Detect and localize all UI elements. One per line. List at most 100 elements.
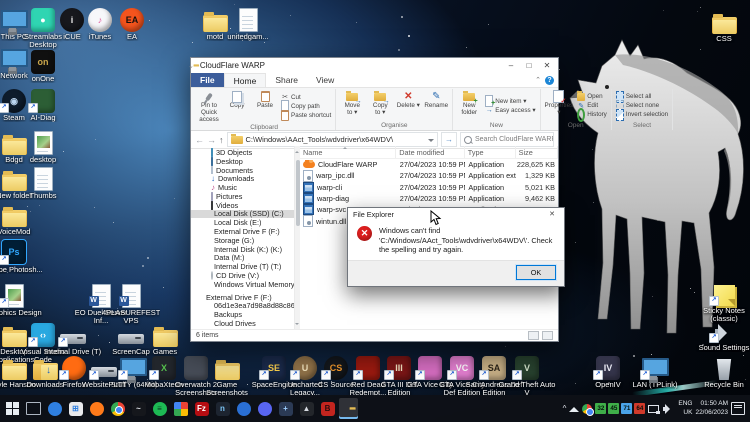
back-button[interactable]: ← (195, 135, 204, 145)
nav-item-local-disk-e[interactable]: Local Disk (E:) (191, 218, 294, 227)
ribbon-button-delete[interactable]: ✕Delete ▾ (394, 89, 422, 122)
search-input[interactable]: Search CloudFlare WARP (460, 132, 554, 147)
volume-icon[interactable] (663, 404, 675, 414)
nav-item-documents[interactable]: Documents (191, 166, 294, 175)
desktop-icon-adobe-photoshop[interactable]: Ps↗Adobe Photosh... (0, 238, 43, 274)
desktop-icon-lan-tplink[interactable]: ↗LAN (TPLink) (626, 353, 684, 389)
address-dropdown-icon[interactable] (428, 139, 434, 145)
globe-app-taskbar-button[interactable] (234, 398, 253, 419)
ribbon-button-open[interactable]: Open (577, 93, 607, 101)
temp-badge-71[interactable]: 71 (621, 403, 632, 414)
chrome-taskbar-button[interactable] (108, 398, 127, 419)
nav-item-local-disk-ssd-c[interactable]: Local Disk (SSD) (C:) (191, 210, 294, 219)
ribbon-button-paste[interactable]: Paste (251, 89, 279, 124)
ribbon-button-copy-to[interactable]: →Copyto ▾ (366, 89, 394, 122)
nav-item-external-drive-f-f[interactable]: External Drive F (F:) (191, 293, 294, 302)
desktop-icon-unitedgam-file[interactable]: unitedgam... (219, 5, 277, 41)
temp-badge-32[interactable]: 32 (595, 403, 606, 414)
nav-item-storage-g[interactable]: Storage (G:) (191, 236, 294, 245)
desktop-icon-recycle-bin[interactable]: Recycle Bin (695, 353, 750, 389)
paint3d-taskbar-button[interactable] (45, 398, 64, 419)
file-explorer-taskbar-button[interactable] (339, 398, 358, 419)
firefox-taskbar-button[interactable] (87, 398, 106, 419)
close-button[interactable]: ✕ (538, 59, 556, 73)
nav-item-pictures[interactable]: Pictures (191, 192, 294, 201)
up-button[interactable]: ↑ (219, 135, 224, 145)
temp-badge-64[interactable]: 64 (634, 403, 645, 414)
network-icon[interactable] (648, 404, 660, 414)
action-center-icon[interactable] (731, 402, 745, 415)
nav-item-internal-disk-k-k[interactable]: Internal Disk (K:) (K:) (191, 245, 294, 254)
desktop-icon-ea-app[interactable]: EAEA (103, 5, 161, 41)
tab-view[interactable]: View (307, 73, 343, 87)
ribbon-button-rename[interactable]: ✎Rename (422, 89, 450, 122)
desktop-icon-voicemod-folder[interactable]: VoiceMod (0, 200, 43, 236)
discord-taskbar-button[interactable] (255, 398, 274, 419)
desktop-icon-onone[interactable]: ononOne (14, 47, 72, 83)
file-row-cloudflare-warp[interactable]: CloudFlare WARP27/04/2023 10:59 PMApplic… (300, 159, 558, 170)
address-input[interactable]: C:\Windows\AAct_Tools\wdvdriver\x64WDV\ (227, 132, 439, 147)
desktop-icon-css-folder[interactable]: CSS (695, 7, 750, 43)
ribbon-button-easy-access[interactable]: →Easy access ▾ (485, 106, 535, 114)
column-header-name[interactable]: Name (300, 146, 396, 158)
desktop-icon-thumbs-file[interactable]: Thumbs (14, 164, 72, 200)
desktop-icon-ai-diag[interactable]: ↗AI-Diag (14, 86, 72, 122)
microsoft-store-taskbar-button[interactable]: ⊞ (66, 398, 85, 419)
nav-item-internal-drive-t-t[interactable]: Internal Drive (T) (T:) (191, 262, 294, 271)
nav-item-cloud-drives[interactable]: Cloud Drives (191, 319, 294, 328)
column-header-size[interactable]: Size (516, 146, 558, 158)
maximize-button[interactable]: □ (520, 59, 538, 73)
desktop-icon-sound-settings[interactable]: ↗Sound Settings (695, 316, 750, 352)
ribbon-button-properties[interactable]: Properties ▾ (543, 89, 576, 122)
start-button-taskbar-button[interactable] (3, 398, 22, 419)
utility-app-taskbar-button[interactable]: + (276, 398, 295, 419)
nav-item-cd-drive-v[interactable]: CD Drive (V:) (191, 271, 294, 280)
refresh-button[interactable]: → (441, 132, 457, 147)
help-icon[interactable]: ? (545, 76, 554, 85)
desktop-icon-gta-v[interactable]: V↗Grand Theft Auto V (498, 353, 556, 398)
tray-overflow-chevron[interactable]: ^ (563, 404, 567, 413)
file-row-warp-ipc-dll[interactable]: warp_ipc.dll27/04/2023 10:59 PMApplicati… (300, 170, 558, 181)
collapse-ribbon-icon[interactable]: ⌃ (535, 76, 541, 84)
filezilla-taskbar-button[interactable]: Fz (192, 398, 211, 419)
desktop-icon-games-folder[interactable]: Games (136, 320, 194, 356)
temp-badge-45[interactable]: 45 (608, 403, 619, 414)
tray-triangle-icon[interactable] (569, 404, 579, 414)
thumbnails-view-button[interactable] (542, 331, 553, 340)
clock[interactable]: 01:50 AM 22/06/2023 (695, 400, 728, 416)
tray-chrome-icon[interactable] (582, 404, 592, 414)
photos-taskbar-button[interactable] (171, 398, 190, 419)
ribbon-button-pin-to-quick-access[interactable]: Pin to Quickaccess (195, 89, 223, 124)
ribbon-button-new-item[interactable]: +New item ▾ (485, 97, 535, 105)
tab-file[interactable]: File (191, 73, 224, 87)
nav-item-3d-objects[interactable]: 3D Objects (191, 148, 294, 157)
nav-item-music[interactable]: ♪Music (191, 183, 294, 192)
notepad-app-taskbar-button[interactable]: n (213, 398, 232, 419)
forward-button[interactable]: → (207, 135, 216, 145)
ok-button[interactable]: OK (516, 265, 556, 280)
tab-share[interactable]: Share (266, 73, 307, 87)
nav-item-backups[interactable]: Backups (191, 310, 294, 319)
ribbon-button-paste-shortcut[interactable]: Paste shortcut (281, 111, 331, 119)
desktop-icon-graphics-design[interactable]: ↗Graphics Design (0, 281, 43, 317)
language-indicator[interactable]: ENGUK (678, 400, 692, 416)
spotify-taskbar-button[interactable]: ≡ (150, 398, 169, 419)
nav-item-06d1e3ea7d98a8d88c8652fe[interactable]: 06d1e3ea7d98a8d88c8652fe (191, 302, 294, 311)
desktop-icon-internal-drive-t[interactable]: ↗Internal Drive (T) (44, 320, 102, 356)
game-app-taskbar-button[interactable]: ~ (129, 398, 148, 419)
column-header-type[interactable]: Type (465, 146, 516, 158)
ribbon-button-move-to[interactable]: →Moveto ▾ (338, 89, 366, 122)
dialog-close-icon[interactable]: ✕ (545, 210, 559, 218)
b-app-taskbar-button[interactable]: B (318, 398, 337, 419)
nav-item-desktop[interactable]: Desktop (191, 157, 294, 166)
nav-item-videos[interactable]: Videos (191, 201, 294, 210)
details-view-button[interactable] (528, 331, 539, 340)
app-window-taskbar-button[interactable] (24, 398, 43, 419)
desktop-icon-desktop-file[interactable]: desktop (14, 128, 72, 164)
ribbon-button-copy[interactable]: Copy (223, 89, 251, 124)
mountain-app-taskbar-button[interactable]: ▲ (297, 398, 316, 419)
ribbon-button-history[interactable]: History (577, 111, 607, 119)
column-header-date-modified[interactable]: Date modified (396, 146, 465, 158)
minimize-button[interactable]: – (502, 59, 520, 73)
nav-item-data-m[interactable]: Data (M:) (191, 254, 294, 263)
